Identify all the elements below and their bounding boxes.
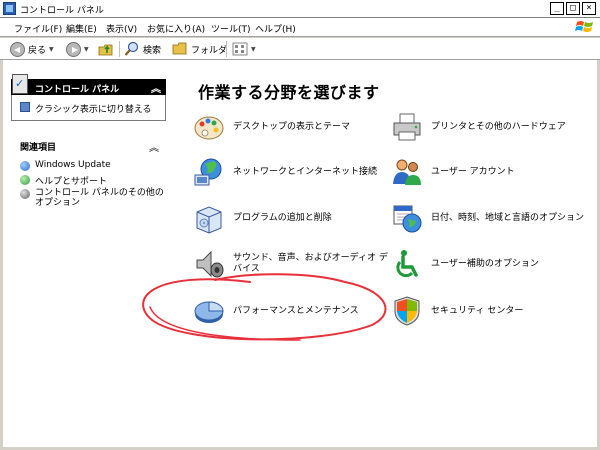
- related-item-help-support[interactable]: ヘルプとサポート: [20, 174, 107, 187]
- category-security-center[interactable]: セキュリティ センター: [391, 295, 523, 327]
- toolbar: 戻る ▼ ▼ 検索 フォルダ ▼: [0, 38, 600, 60]
- category-network-internet[interactable]: ネットワークとインターネット接続: [193, 156, 377, 188]
- control-panel-panel-header[interactable]: コントロール パネル ︽: [11, 79, 166, 95]
- search-button[interactable]: 検索: [124, 41, 161, 57]
- toolbar-separator: [119, 41, 120, 57]
- control-panel-panel-body: クラシック表示に切り替える: [11, 95, 166, 121]
- gear-icon: [20, 189, 30, 199]
- close-button[interactable]: ×: [582, 2, 596, 15]
- menu-tools[interactable]: ツール(T): [211, 22, 251, 35]
- category-label: デスクトップの表示とテーマ: [233, 121, 351, 132]
- palette-icon: [194, 116, 224, 140]
- collapse-chevron-icon[interactable]: ︽: [151, 80, 161, 95]
- programs-box-icon: [196, 206, 222, 234]
- back-button[interactable]: 戻る ▼: [10, 41, 54, 57]
- category-label: ユーザー アカウント: [431, 166, 515, 177]
- related-item-label: Windows Update: [35, 160, 111, 170]
- category-label: セキュリティ センター: [431, 305, 524, 316]
- control-panel-window: コントロール パネル _ □ × ファイル(F) 編集(E) 表示(V) お気に…: [0, 0, 600, 450]
- category-user-accounts[interactable]: ユーザー アカウント: [391, 156, 515, 188]
- back-label: 戻る: [28, 45, 47, 56]
- menu-favorites[interactable]: お気に入り(A): [147, 22, 205, 35]
- task-pane: コントロール パネル ︽ クラシック表示に切り替える 関連項目 ︽ Window…: [3, 60, 171, 447]
- control-panel-badge-icon: [12, 74, 28, 94]
- category-date-time-language[interactable]: 日付、時刻、地域と言語のオプション: [391, 202, 584, 234]
- category-performance-maintenance[interactable]: パフォーマンスとメンテナンス: [193, 295, 359, 327]
- security-shield-icon: [394, 296, 420, 326]
- views-grid-icon: [232, 42, 248, 56]
- category-sounds-audio[interactable]: サウンド、音声、およびオーディオ デバイス: [193, 248, 391, 280]
- toolbar-separator: [226, 41, 227, 57]
- chevron-down-icon[interactable]: ▼: [49, 46, 54, 53]
- pie-chart-icon: [194, 301, 224, 323]
- menu-edit[interactable]: 編集(E): [66, 22, 97, 35]
- category-label: 日付、時刻、地域と言語のオプション: [431, 212, 585, 223]
- chevron-down-icon[interactable]: ▼: [84, 46, 89, 53]
- title-bar[interactable]: コントロール パネル _ □ ×: [0, 0, 600, 18]
- network-globe-icon: [194, 158, 222, 186]
- menu-file[interactable]: ファイル(F): [14, 22, 62, 35]
- menu-view[interactable]: 表示(V): [106, 22, 137, 35]
- forward-button[interactable]: ▼: [66, 41, 89, 57]
- category-label: ユーザー補助のオプション: [431, 258, 539, 269]
- related-item-label: コントロール パネルのその他のオプション: [35, 188, 164, 208]
- views-button[interactable]: ▼: [232, 41, 256, 57]
- help-icon: [20, 175, 30, 185]
- accessibility-wheelchair-icon: [396, 250, 418, 278]
- speaker-icon: [196, 250, 224, 278]
- category-label: ネットワークとインターネット接続: [233, 166, 378, 177]
- printer-icon: [393, 113, 421, 141]
- category-printers-hardware[interactable]: プリンタとその他のハードウェア: [391, 111, 566, 143]
- category-label: プリンタとその他のハードウェア: [431, 121, 566, 132]
- related-item-other-options[interactable]: コントロール パネルのその他のオプション: [20, 188, 168, 208]
- chevron-down-icon[interactable]: ▼: [251, 46, 256, 53]
- page-title: 作業する分野を選びます: [198, 83, 380, 102]
- category-pane: 作業する分野を選びます デスクトップの表示とテーマ プリンタとその他のハードウェ…: [171, 60, 597, 447]
- control-panel-app-icon: [3, 2, 16, 15]
- forward-arrow-icon: [66, 41, 81, 57]
- windows-flag-icon: [575, 21, 593, 32]
- collapse-chevron-icon[interactable]: ︽: [149, 139, 159, 154]
- window-title: コントロール パネル: [20, 6, 104, 16]
- folders-label: フォルダ: [191, 45, 228, 56]
- panel-title: コントロール パネル: [35, 85, 120, 95]
- search-icon: [124, 41, 139, 56]
- category-appearance-themes[interactable]: デスクトップの表示とテーマ: [193, 111, 350, 143]
- category-label: プログラムの追加と削除: [233, 212, 332, 223]
- category-add-remove-programs[interactable]: プログラムの追加と削除: [193, 202, 332, 234]
- category-accessibility[interactable]: ユーザー補助のオプション: [391, 248, 539, 280]
- related-item-windows-update[interactable]: Windows Update: [20, 160, 111, 171]
- windows-update-globe-icon: [20, 161, 30, 171]
- calendar-globe-icon: [393, 205, 422, 233]
- classic-view-icon: [20, 102, 30, 112]
- up-folder-icon: [98, 44, 113, 56]
- back-arrow-icon: [10, 41, 25, 57]
- folders-button[interactable]: フォルダ: [172, 41, 227, 57]
- related-item-label: ヘルプとサポート: [35, 177, 108, 187]
- minimize-button[interactable]: _: [550, 2, 564, 15]
- switch-to-classic-view-link[interactable]: クラシック表示に切り替える: [35, 102, 152, 115]
- search-label: 検索: [143, 45, 162, 56]
- users-icon: [393, 159, 421, 185]
- maximize-button[interactable]: □: [566, 2, 580, 15]
- menu-bar: ファイル(F) 編集(E) 表示(V) お気に入り(A) ツール(T) ヘルプ(…: [0, 18, 600, 37]
- category-label: サウンド、音声、およびオーディオ デバイス: [233, 253, 388, 274]
- folder-icon: [172, 42, 187, 55]
- menu-help[interactable]: ヘルプ(H): [255, 22, 296, 35]
- up-folder-button[interactable]: [98, 41, 114, 57]
- related-topics-title: 関連項目: [20, 143, 57, 153]
- category-label: パフォーマンスとメンテナンス: [233, 305, 359, 316]
- content-area: コントロール パネル ︽ クラシック表示に切り替える 関連項目 ︽ Window…: [3, 60, 597, 447]
